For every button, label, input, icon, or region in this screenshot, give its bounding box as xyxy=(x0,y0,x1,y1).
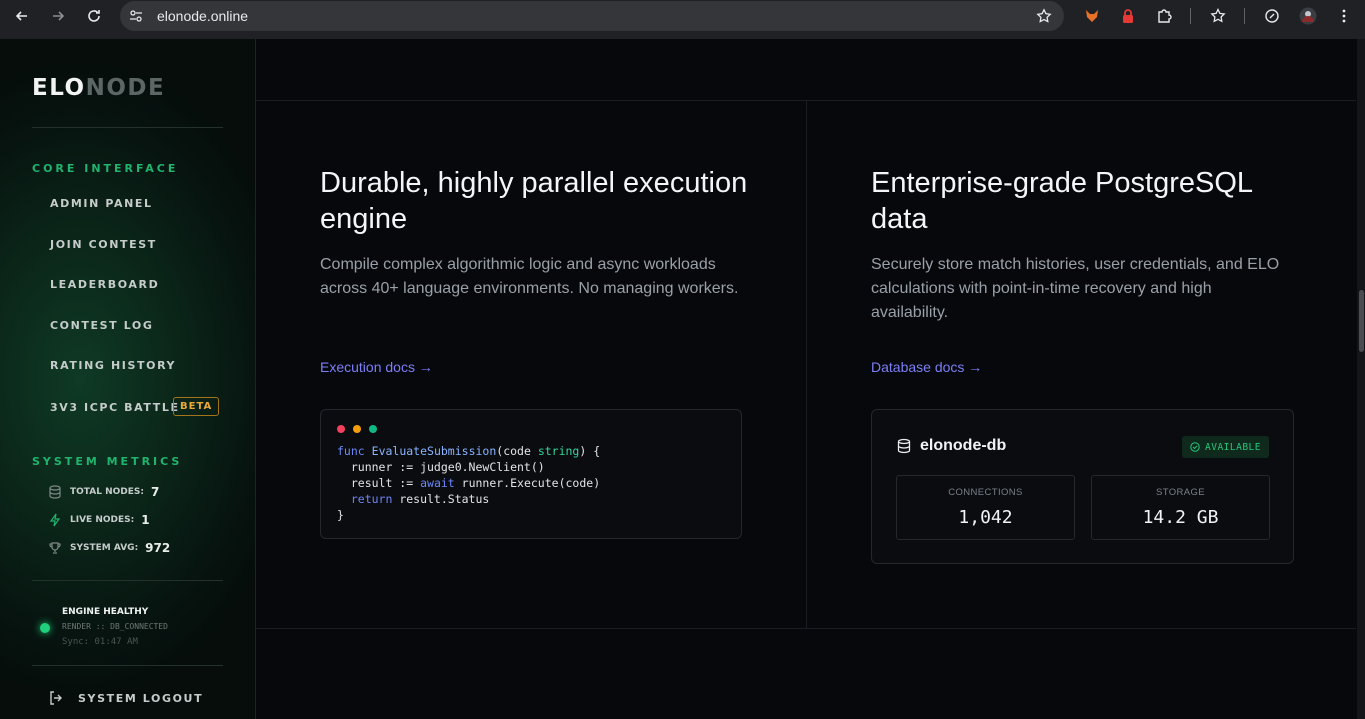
metric-total-nodes: TOTAL NODES: 7 xyxy=(48,485,159,499)
database-docs-link[interactable]: Database docs → xyxy=(871,359,982,375)
sidebar-item-admin-panel[interactable]: ADMIN PANEL xyxy=(50,197,153,210)
engine-status-detail: RENDER :: DB_CONNECTED xyxy=(62,622,168,631)
metric-system-avg: SYSTEM AVG: 972 xyxy=(48,541,170,555)
scrollbar-thumb[interactable] xyxy=(1359,290,1364,352)
sidebar: ELONODE CORE INTERFACE ADMIN PANEL JOIN … xyxy=(0,39,256,719)
reload-button[interactable] xyxy=(82,4,106,28)
code-block: func EvaluateSubmission(code string) { r… xyxy=(337,444,601,522)
database-card: elonode-db AVAILABLE CONNECTIONS 1,042 S… xyxy=(871,409,1294,564)
profile-avatar[interactable] xyxy=(1298,6,1318,26)
main-content: Durable, highly parallel execution engin… xyxy=(256,39,1356,719)
status-indicator-dot xyxy=(40,623,50,633)
connections-stat: CONNECTIONS 1,042 xyxy=(896,475,1075,540)
url-text: elonode.online xyxy=(157,8,249,24)
extensions-puzzle-icon[interactable] xyxy=(1154,6,1174,26)
arrow-left-icon xyxy=(15,11,27,21)
sidebar-item-leaderboard[interactable]: LEADERBOARD xyxy=(50,278,159,291)
forward-button[interactable] xyxy=(46,4,70,28)
fox-extension-icon[interactable] xyxy=(1082,6,1102,26)
brand-logo[interactable]: ELONODE xyxy=(32,75,165,101)
feature-desc-execution: Compile complex algorithmic logic and as… xyxy=(320,256,739,297)
address-bar[interactable]: elonode.online xyxy=(120,1,1064,31)
lock-extension-icon[interactable] xyxy=(1118,6,1138,26)
feature-desc-database: Securely store match histories, user cre… xyxy=(871,256,1280,321)
arrow-right-icon xyxy=(53,11,65,21)
sidebar-item-rating-history[interactable]: RATING HISTORY xyxy=(50,359,176,372)
reload-icon xyxy=(88,10,100,22)
sidebar-item-contest-log[interactable]: CONTEST LOG xyxy=(50,319,154,332)
scrollbar-track[interactable] xyxy=(1357,39,1365,719)
lightning-icon xyxy=(49,513,61,527)
sync-time: Sync: 01:47 AM xyxy=(62,637,138,647)
database-icon xyxy=(897,438,911,454)
status-badge: AVAILABLE xyxy=(1182,436,1269,458)
back-button[interactable] xyxy=(10,4,34,28)
code-snippet-card: func EvaluateSubmission(code string) { r… xyxy=(320,409,742,539)
bookmark-star-icon[interactable] xyxy=(1036,8,1052,24)
more-menu-icon[interactable] xyxy=(1334,6,1354,26)
logout-icon xyxy=(50,691,62,705)
metric-live-nodes: LIVE NODES: 1 xyxy=(48,513,150,527)
beta-badge: BETA xyxy=(173,397,220,416)
storage-stat: STORAGE 14.2 GB xyxy=(1091,475,1270,540)
db-title: elonode-db xyxy=(896,437,1006,455)
browser-toolbar: elonode.online xyxy=(0,0,1365,39)
performance-icon[interactable] xyxy=(1262,6,1282,26)
core-interface-title: CORE INTERFACE xyxy=(32,162,179,175)
bookmarks-icon[interactable] xyxy=(1208,6,1228,26)
feature-title-execution: Durable, highly parallel execution engin… xyxy=(320,167,748,235)
logout-button[interactable]: SYSTEM LOGOUT xyxy=(48,690,203,706)
trophy-icon xyxy=(49,542,61,554)
window-dots xyxy=(337,425,377,433)
database-icon xyxy=(49,485,61,499)
check-circle-icon xyxy=(1190,442,1200,452)
sidebar-item-join-contest[interactable]: JOIN CONTEST xyxy=(50,238,157,251)
engine-status-title: ENGINE HEALTHY xyxy=(62,607,149,617)
feature-title-database: Enterprise-grade PostgreSQL data xyxy=(871,167,1252,235)
sidebar-item-icpc-battle[interactable]: 3V3 ICPC BATTLE xyxy=(50,401,180,414)
system-metrics-title: SYSTEM METRICS xyxy=(32,455,183,468)
execution-docs-link[interactable]: Execution docs → xyxy=(320,359,433,375)
site-settings-icon[interactable] xyxy=(128,8,144,24)
